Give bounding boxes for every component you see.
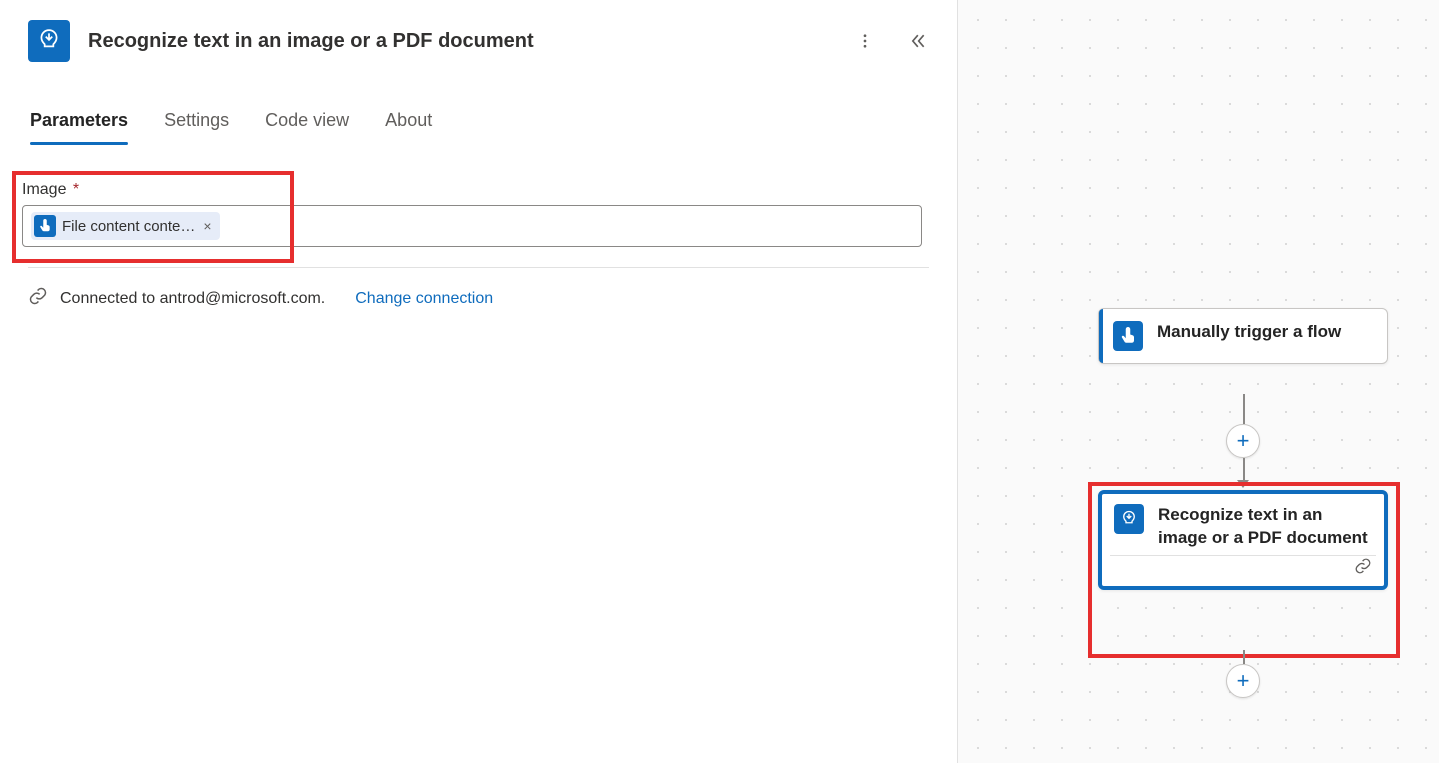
card-divider (1110, 555, 1376, 556)
ai-builder-icon (1114, 504, 1144, 534)
plus-icon: + (1237, 668, 1250, 694)
image-label-text: Image (22, 181, 66, 198)
tab-code-view[interactable]: Code view (265, 110, 349, 143)
image-field-label: Image * (22, 181, 79, 199)
action-config-panel: Recognize text in an image or a PDF docu… (0, 0, 958, 763)
connector-line (1243, 458, 1245, 482)
flow-canvas[interactable]: Manually trigger a flow + Recognize text… (958, 0, 1439, 763)
touch-icon (34, 215, 56, 237)
card-accent (1099, 309, 1103, 363)
flow-card-trigger[interactable]: Manually trigger a flow (1098, 308, 1388, 364)
arrow-down-icon (1237, 480, 1249, 488)
chip-label: File content conte… (62, 218, 195, 235)
link-icon (1354, 557, 1372, 578)
image-field-wrap: Image * File content conte… × (22, 181, 929, 247)
flow-card-recognize-text[interactable]: Recognize text in an image or a PDF docu… (1098, 490, 1388, 590)
tabs: Parameters Settings Code view About (0, 80, 957, 143)
dynamic-content-chip[interactable]: File content conte… × (31, 212, 220, 240)
add-step-button[interactable]: + (1226, 664, 1260, 698)
ai-builder-icon (28, 20, 70, 62)
panel-title: Recognize text in an image or a PDF docu… (88, 30, 835, 53)
connector-line (1243, 650, 1245, 664)
connector-line (1243, 394, 1245, 424)
more-menu-button[interactable] (853, 29, 877, 53)
collapse-panel-button[interactable] (905, 29, 929, 53)
tab-about[interactable]: About (385, 110, 432, 143)
card-title: Recognize text in an image or a PDF docu… (1158, 504, 1372, 550)
add-step-button[interactable]: + (1226, 424, 1260, 458)
tab-settings[interactable]: Settings (164, 110, 229, 143)
connection-info: Connected to antrod@microsoft.com. Chang… (0, 268, 957, 329)
card-title: Manually trigger a flow (1157, 321, 1341, 344)
image-input[interactable]: File content conte… × (22, 205, 922, 247)
tab-parameters[interactable]: Parameters (30, 110, 128, 143)
connection-text: Connected to antrod@microsoft.com. (60, 290, 325, 308)
touch-icon (1113, 321, 1143, 351)
plus-icon: + (1237, 428, 1250, 454)
change-connection-link[interactable]: Change connection (355, 290, 493, 308)
panel-header: Recognize text in an image or a PDF docu… (0, 0, 957, 80)
link-icon (28, 286, 48, 311)
required-indicator: * (73, 181, 79, 198)
remove-chip-button[interactable]: × (201, 218, 213, 234)
